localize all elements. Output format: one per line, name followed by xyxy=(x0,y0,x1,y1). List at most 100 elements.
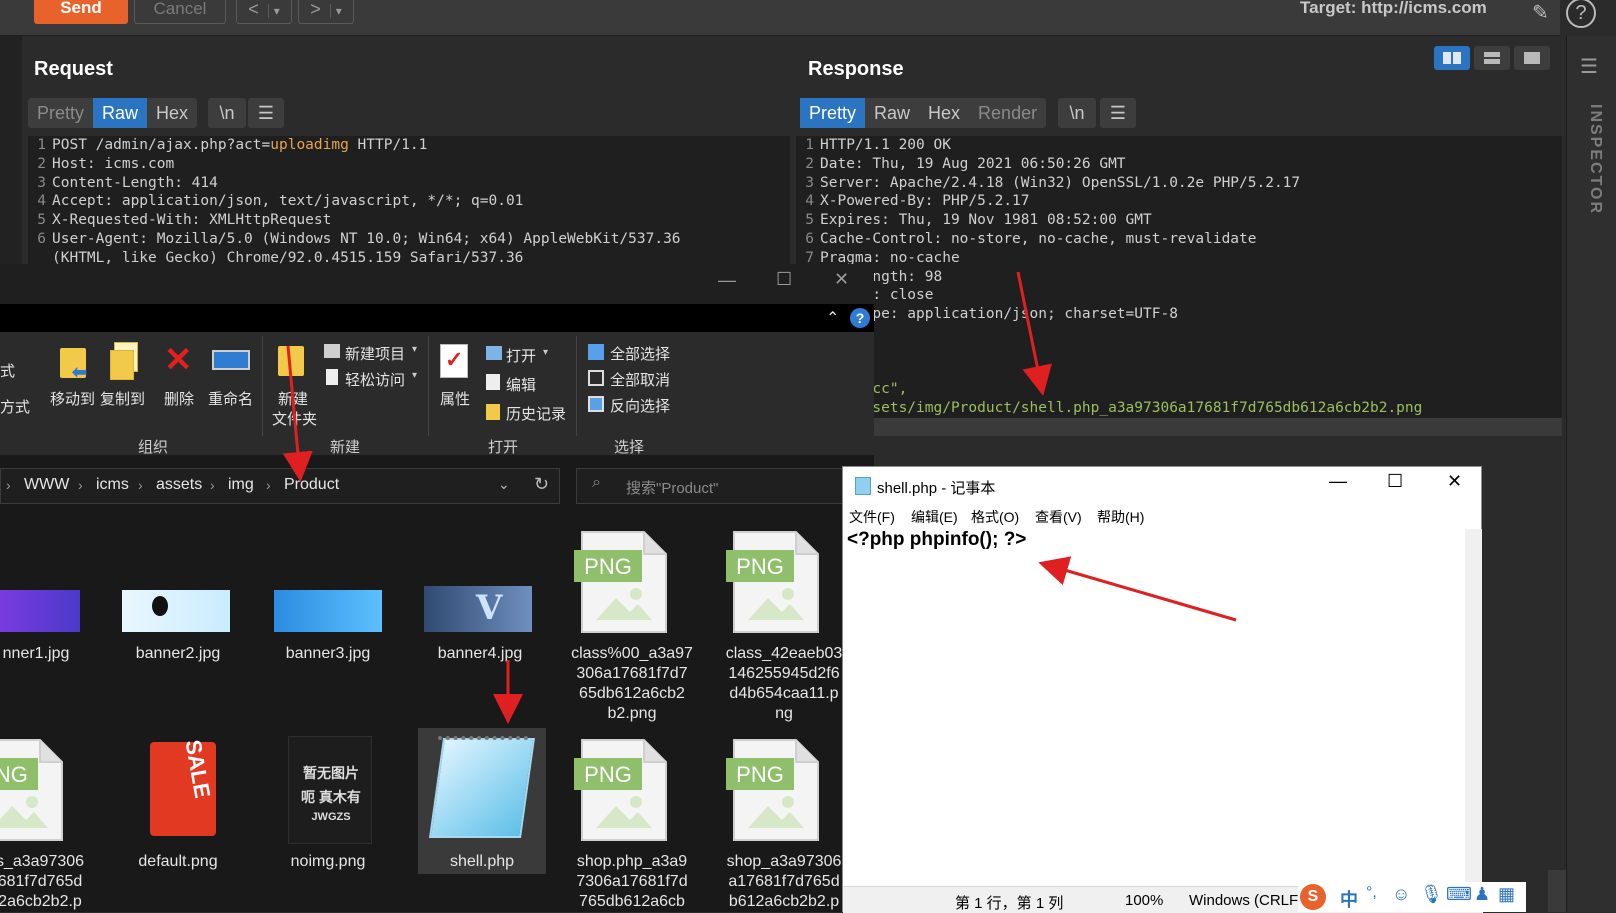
file-name[interactable]: class_42eaeb03 146255945d2f6 d4b654caa11… xyxy=(714,644,854,724)
request-editor[interactable]: 1 POST /admin/ajax.php?act=uploadimg HTTP… xyxy=(28,136,790,264)
file-name[interactable]: class%00_a3a97 306a17681f7d7 65db612a6cb… xyxy=(562,644,702,724)
rename-icon[interactable] xyxy=(212,350,250,370)
easy-access-dropdown-icon[interactable]: ▾ xyxy=(412,370,417,381)
banner3-thumbnail[interactable] xyxy=(274,590,382,632)
tab-response-pretty[interactable]: Pretty xyxy=(800,98,866,128)
menu-edit[interactable]: 编辑(E) xyxy=(911,507,958,527)
layout-side-by-side-icon[interactable] xyxy=(1434,46,1470,70)
breadcrumb-img[interactable]: img xyxy=(228,476,254,494)
new-folder-icon[interactable] xyxy=(278,346,304,376)
open-button[interactable]: 打开 xyxy=(506,345,536,366)
png-file-icon[interactable]: PNG xyxy=(0,736,68,844)
history-button[interactable]: 历史记录 xyxy=(506,403,566,424)
tab-response-raw[interactable]: Raw xyxy=(865,98,919,128)
microphone-icon[interactable]: 🎙 xyxy=(1420,884,1443,905)
new-folder-button-2[interactable]: 文件夹 xyxy=(272,408,317,429)
response-menu-icon[interactable]: ☰ xyxy=(1100,98,1136,128)
response-editor[interactable]: 1 HTTP/1.1 200 OK 2 Date: Thu, 19 Aug 2021 … xyxy=(796,136,1562,436)
grid-icon[interactable]: ▦ xyxy=(1498,884,1515,905)
breadcrumb-assets[interactable]: assets xyxy=(156,476,202,494)
delete-icon[interactable]: ✕ xyxy=(164,340,193,380)
forward-dropdown-icon[interactable]: ▾ xyxy=(329,4,342,18)
delete-button[interactable]: 删除 xyxy=(164,388,194,409)
response-scrollbar[interactable] xyxy=(796,418,1562,436)
breadcrumb-product[interactable]: Product xyxy=(284,476,339,494)
notepad-content[interactable]: <?php phpinfo(); ?> xyxy=(847,529,1026,551)
new-item-dropdown-icon[interactable]: ▾ xyxy=(412,344,417,355)
request-menu-icon[interactable]: ☰ xyxy=(248,98,284,128)
emoji-icon[interactable]: ☺ xyxy=(1392,884,1410,905)
sogou-icon[interactable]: S xyxy=(1300,884,1326,910)
response-newline-toggle[interactable]: \n xyxy=(1058,98,1096,128)
help-circle-icon[interactable]: ? xyxy=(850,308,870,328)
open-dropdown-icon[interactable]: ▾ xyxy=(543,347,548,358)
ime-lang[interactable]: 中 xyxy=(1340,886,1358,912)
file-name[interactable]: nner1.jpg xyxy=(0,644,106,664)
png-file-icon[interactable]: PNG xyxy=(726,736,824,844)
close-icon[interactable]: ✕ xyxy=(834,269,849,290)
banner1-thumbnail[interactable] xyxy=(0,590,80,632)
ime-punct[interactable]: °, xyxy=(1366,884,1377,902)
close-icon[interactable]: ✕ xyxy=(1447,471,1462,492)
menu-file[interactable]: 文件(F) xyxy=(849,507,895,527)
forward-button[interactable]: > ▾ xyxy=(298,0,354,24)
notepad-scrollbar[interactable] xyxy=(1465,529,1482,885)
png-file-icon[interactable]: PNG xyxy=(574,736,672,844)
layout-tabbed-icon[interactable] xyxy=(1514,46,1550,70)
ribbon-cut-label-2[interactable]: 方式 xyxy=(0,396,30,417)
properties-button[interactable]: 属性 xyxy=(440,388,470,409)
address-bar[interactable] xyxy=(0,468,560,504)
invert-selection-button[interactable]: 反向选择 xyxy=(610,395,670,416)
copy-to-button[interactable]: 复制到 xyxy=(100,388,145,409)
banner2-thumbnail[interactable] xyxy=(122,590,230,632)
edit-target-icon[interactable]: ✎ xyxy=(1532,0,1549,25)
easy-access-button[interactable]: 轻松访问 xyxy=(345,369,405,390)
user-icon[interactable]: ♟ xyxy=(1474,884,1490,905)
address-dropdown-icon[interactable]: ⌄ xyxy=(498,476,510,493)
png-file-icon[interactable]: PNG xyxy=(726,528,824,636)
file-name[interactable]: banner2.jpg xyxy=(108,644,248,664)
file-name[interactable]: s_a3a97306 681f7d765d 2a6cb2b2.p xyxy=(0,852,110,912)
noimg-thumbnail[interactable]: 暂无图片 呃 真木有 JWGZS xyxy=(288,736,372,844)
maximize-icon[interactable]: ☐ xyxy=(1387,471,1403,492)
refresh-icon[interactable]: ↻ xyxy=(534,474,549,495)
file-name[interactable]: shell.php xyxy=(412,852,552,872)
new-folder-button-1[interactable]: 新建 xyxy=(278,388,308,409)
tab-request-hex[interactable]: Hex xyxy=(147,98,197,128)
copy-to-icon[interactable] xyxy=(110,342,142,380)
cancel-button[interactable]: Cancel xyxy=(134,0,226,24)
request-newline-toggle[interactable]: \n xyxy=(208,98,246,128)
menu-format[interactable]: 格式(O) xyxy=(971,507,1019,527)
tab-request-raw[interactable]: Raw xyxy=(93,98,148,128)
layout-stacked-icon[interactable] xyxy=(1474,46,1510,70)
menu-view[interactable]: 查看(V) xyxy=(1035,507,1082,527)
select-all-button[interactable]: 全部选择 xyxy=(610,343,670,364)
edit-button[interactable]: 编辑 xyxy=(506,374,536,395)
file-name[interactable]: banner4.jpg xyxy=(410,644,550,664)
rename-button[interactable]: 重命名 xyxy=(208,388,253,409)
send-button[interactable]: Send xyxy=(34,0,128,24)
tab-response-render[interactable]: Render xyxy=(969,98,1046,128)
ribbon-collapse-icon[interactable]: ⌃ xyxy=(826,308,839,328)
properties-icon[interactable]: ✓ xyxy=(440,344,468,378)
back-dropdown-icon[interactable]: ▾ xyxy=(267,4,280,18)
move-to-button[interactable]: 移动到 xyxy=(50,388,95,409)
search-box[interactable] xyxy=(576,468,874,504)
tab-request-pretty[interactable]: Pretty xyxy=(28,98,93,128)
keyboard-icon[interactable]: ⌨ xyxy=(1446,884,1472,905)
inspector-menu-icon[interactable]: ☰ xyxy=(1580,54,1598,79)
maximize-icon[interactable]: ☐ xyxy=(776,269,792,290)
inspector-tab[interactable]: INSPECTOR xyxy=(1574,104,1604,215)
back-button[interactable]: < ▾ xyxy=(236,0,292,24)
banner4-thumbnail[interactable]: V xyxy=(424,586,532,632)
file-name[interactable]: default.png xyxy=(108,852,248,872)
new-item-button[interactable]: 新建项目 xyxy=(345,343,405,364)
minimize-icon[interactable]: — xyxy=(718,270,736,291)
file-name[interactable]: banner3.jpg xyxy=(258,644,398,664)
breadcrumb-icms[interactable]: icms xyxy=(96,476,129,494)
file-name[interactable]: shop.php_a3a9 7306a17681f7d 765db612a6cb xyxy=(562,852,702,912)
breadcrumb-www[interactable]: WWW xyxy=(24,476,69,494)
move-to-icon[interactable]: ⬅ xyxy=(58,344,90,382)
help-icon[interactable]: ? xyxy=(1566,0,1596,28)
png-file-icon[interactable]: PNG xyxy=(574,528,672,636)
